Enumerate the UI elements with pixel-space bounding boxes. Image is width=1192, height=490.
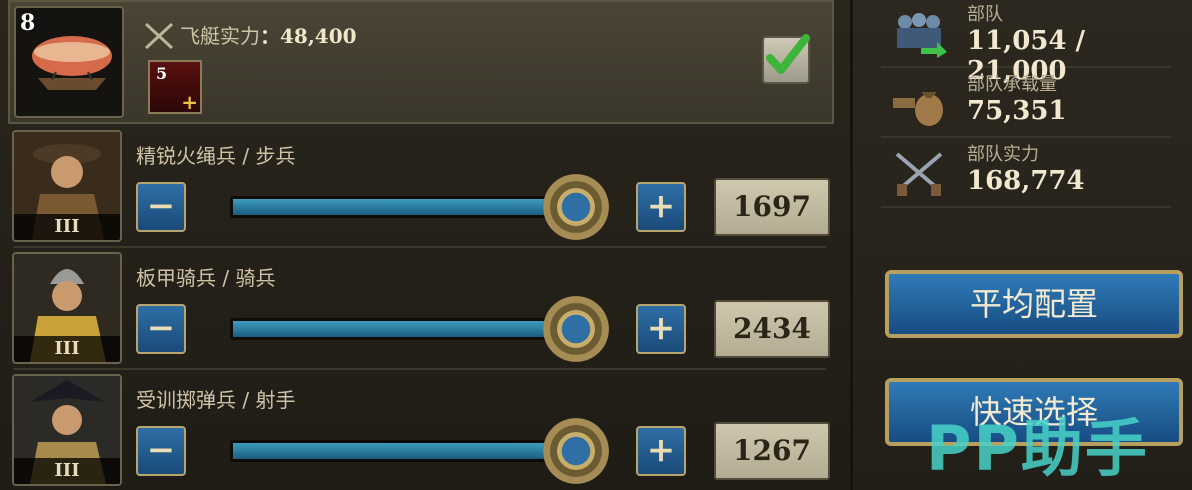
slider-knob[interactable]: [542, 418, 609, 484]
crossed-swords-icon: [144, 22, 174, 50]
troop-config-panel: 8 飞艇实力：48,400 5 + III 精锐火绳兵 / 步兵 − + 169…: [0, 0, 850, 490]
unit-portrait[interactable]: III: [12, 130, 122, 242]
slider-fill: [233, 199, 573, 215]
unit-row-musketeer: III 精锐火绳兵 / 步兵 − + 1697: [8, 126, 834, 244]
crossed-pistols-icon: [895, 152, 943, 196]
unit-tier: III: [14, 458, 120, 484]
equipment-count: 5: [156, 64, 168, 83]
slider-fill: [233, 443, 573, 459]
checkmark-icon: [766, 34, 810, 74]
troops-icon: [897, 13, 947, 58]
increase-button[interactable]: +: [636, 304, 686, 354]
unit-count-input[interactable]: 1267: [714, 422, 830, 480]
stat-capacity: 部队承载量 75,351: [881, 70, 1171, 138]
airship-power-value: 48,400: [280, 24, 357, 48]
stat-label: 部队承载量: [967, 74, 1057, 95]
stat-power: 部队实力 168,774: [881, 140, 1171, 208]
airship-equipment-slot[interactable]: 5 +: [148, 60, 202, 114]
unit-count-input[interactable]: 2434: [714, 300, 830, 358]
airship-power-label: 飞艇实力: [180, 24, 260, 48]
stat-value: 168,774: [967, 166, 1085, 196]
unit-row-cavalry: III 板甲骑兵 / 骑兵 − + 2434: [8, 248, 834, 366]
decrease-button[interactable]: −: [136, 426, 186, 476]
stat-label: 部队: [967, 4, 1003, 25]
equipment-plus-icon: +: [181, 90, 198, 114]
unit-slider[interactable]: [230, 440, 590, 462]
slider-fill: [233, 321, 573, 337]
unit-name: 板甲骑兵 / 骑兵: [136, 266, 276, 290]
airship-row[interactable]: 8 飞艇实力：48,400 5 +: [8, 0, 834, 124]
unit-name: 精锐火绳兵 / 步兵: [136, 144, 296, 168]
slider-knob[interactable]: [542, 296, 609, 362]
increase-button[interactable]: +: [636, 426, 686, 476]
unit-slider[interactable]: [230, 196, 590, 218]
increase-button[interactable]: +: [636, 182, 686, 232]
airship-select-checkbox[interactable]: [762, 34, 810, 84]
decrease-button[interactable]: −: [136, 182, 186, 232]
unit-portrait[interactable]: III: [12, 252, 122, 364]
airship-power-sep: ：: [260, 24, 280, 48]
stat-troops: 部队 11,054 / 21,000: [881, 0, 1171, 86]
unit-name: 受训掷弹兵 / 射手: [136, 388, 296, 412]
unit-count-input[interactable]: 1697: [714, 178, 830, 236]
stat-label: 部队实力: [967, 144, 1039, 165]
unit-slider[interactable]: [230, 318, 590, 340]
cargo-bag-icon: [893, 92, 943, 126]
unit-tier: III: [14, 214, 120, 240]
slider-knob[interactable]: [542, 174, 609, 240]
unit-portrait[interactable]: III: [12, 374, 122, 486]
watermark-logo: PP助手: [926, 412, 1149, 485]
average-config-button[interactable]: 平均配置: [885, 270, 1183, 338]
stat-value: 75,351: [967, 96, 1067, 126]
airship-portrait: 8: [14, 6, 124, 118]
airship-level-badge: 8: [20, 10, 36, 36]
unit-tier: III: [14, 336, 120, 362]
decrease-button[interactable]: −: [136, 304, 186, 354]
unit-row-grenadier: III 受训掷弹兵 / 射手 − + 1267: [8, 370, 834, 488]
airship-power: 飞艇实力：48,400: [180, 20, 357, 49]
